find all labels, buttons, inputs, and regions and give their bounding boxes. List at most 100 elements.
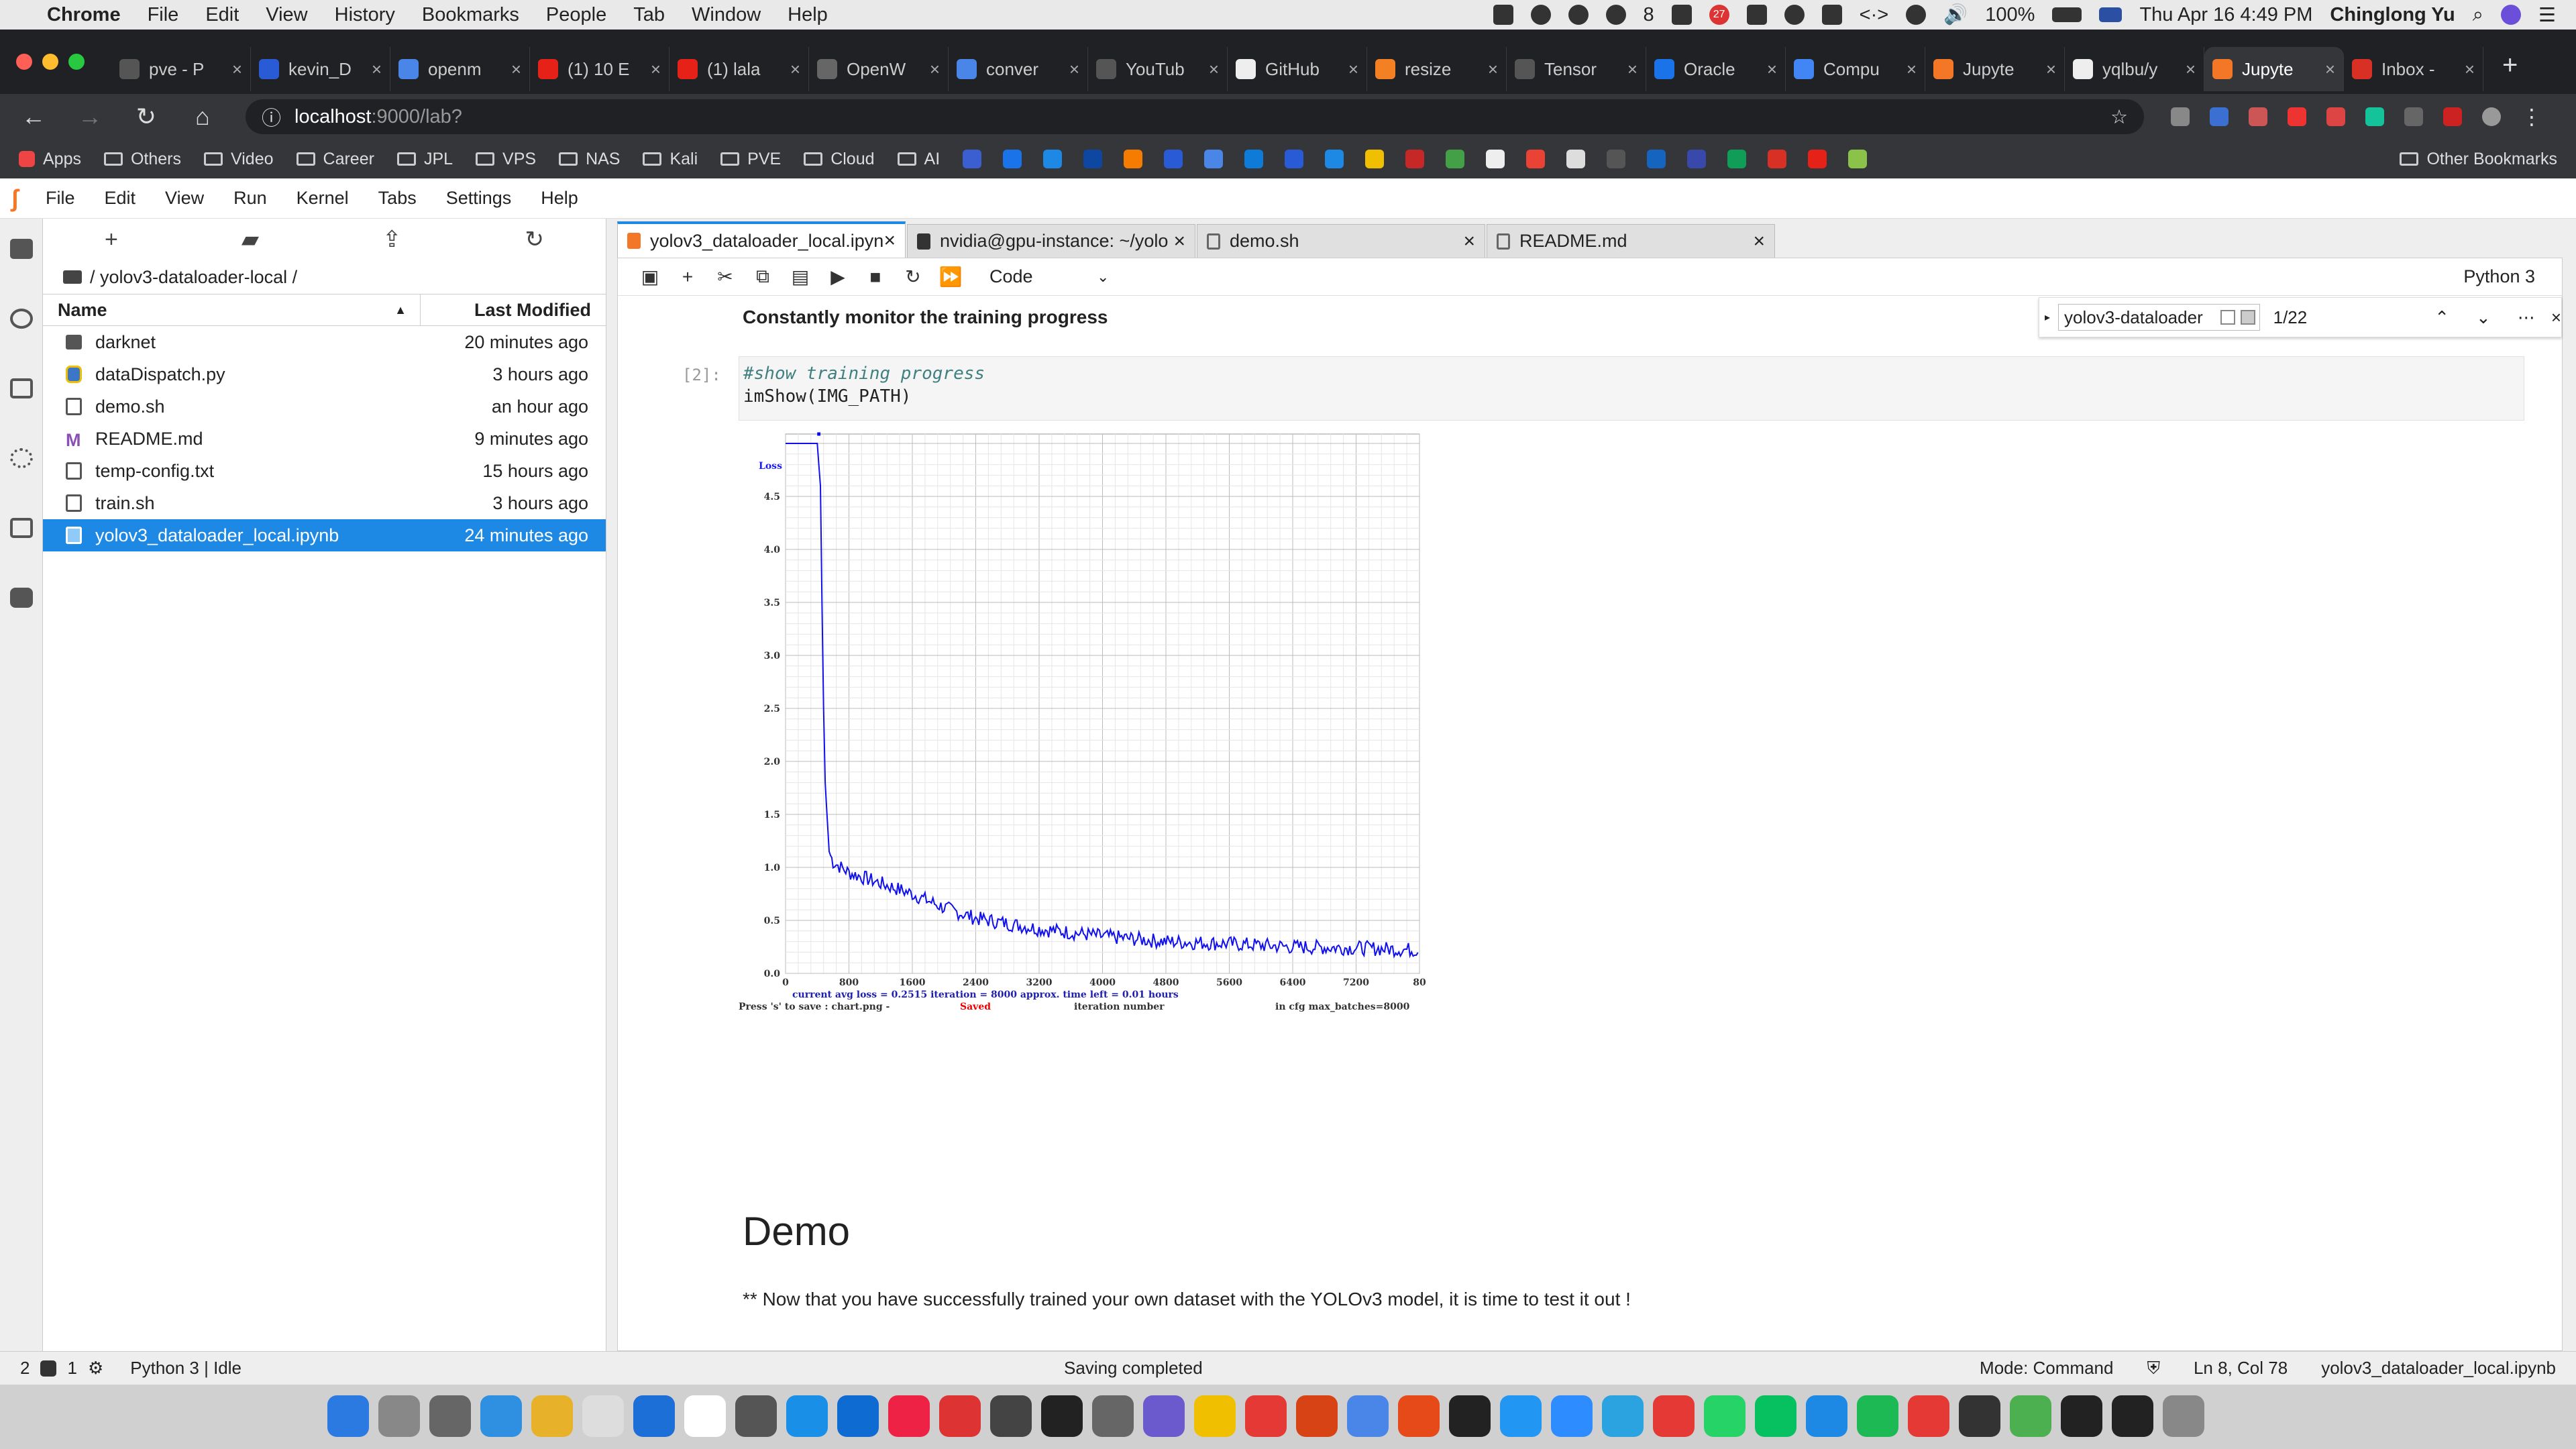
dock-app-icon[interactable]: [888, 1395, 930, 1437]
grammarly-icon[interactable]: [2365, 107, 2384, 126]
jl-menu-edit[interactable]: Edit: [105, 188, 136, 209]
bookmark-favicon-icon[interactable]: [1486, 150, 1505, 168]
dock-app-icon[interactable]: [2061, 1395, 2102, 1437]
jl-menu-kernel[interactable]: Kernel: [297, 188, 349, 209]
close-icon[interactable]: ×: [1173, 230, 1185, 253]
browser-tab[interactable]: YouTub ×: [1088, 47, 1228, 91]
dock-app-icon[interactable]: [531, 1395, 573, 1437]
bookmark-favicon-icon[interactable]: [1405, 150, 1425, 168]
dock-app-icon[interactable]: [1143, 1395, 1185, 1437]
bookmark-star-icon[interactable]: ☆: [2110, 105, 2128, 129]
bookmark-favicon-icon[interactable]: [1607, 150, 1626, 168]
cell-type-select[interactable]: Code: [989, 266, 1097, 287]
url-input[interactable]: ⓘ localhost:9000/lab? ☆: [246, 99, 2144, 134]
menu-history[interactable]: History: [335, 4, 395, 26]
bookmark-favicon-icon[interactable]: [1526, 150, 1546, 168]
extension-puzzle-icon[interactable]: [10, 588, 33, 608]
dock-app-icon[interactable]: [1857, 1395, 1898, 1437]
screen-icon[interactable]: [1493, 5, 1513, 25]
bookmark-folder-cloud[interactable]: Cloud: [804, 150, 875, 169]
grid-icon[interactable]: [1671, 5, 1692, 25]
dock-app-icon[interactable]: [1602, 1395, 1644, 1437]
browser-tab[interactable]: Tensor ×: [1507, 47, 1646, 91]
name-column-header[interactable]: Name ▲: [43, 294, 421, 325]
bookmark-favicon-icon[interactable]: [1164, 150, 1183, 168]
bookmark-favicon-icon[interactable]: [1848, 150, 1868, 168]
dock-app-icon[interactable]: [1449, 1395, 1491, 1437]
bookmark-folder-kali[interactable]: Kali: [643, 150, 698, 169]
bookmark-folder-career[interactable]: Career: [296, 150, 374, 169]
doc-tab-notebook[interactable]: yolov3_dataloader_local.ipynb ×: [617, 221, 906, 258]
dock-app-icon[interactable]: [2010, 1395, 2051, 1437]
close-icon[interactable]: ×: [2046, 59, 2056, 80]
jl-menu-run[interactable]: Run: [233, 188, 267, 209]
close-icon[interactable]: ×: [883, 229, 896, 252]
run-icon[interactable]: ▶: [819, 266, 857, 288]
more-menu-icon[interactable]: ⋮: [2521, 104, 2542, 129]
stop-icon[interactable]: ■: [857, 266, 894, 288]
bookmark-favicon-icon[interactable]: [1083, 150, 1103, 168]
profile-avatar[interactable]: [2482, 107, 2501, 126]
settings-gear-icon[interactable]: [10, 448, 33, 468]
doc-tab-readme[interactable]: README.md ×: [1487, 224, 1775, 258]
bookmark-favicon-icon[interactable]: [1808, 150, 1827, 168]
forward-button[interactable]: →: [76, 103, 103, 131]
dock-app-icon[interactable]: [1653, 1395, 1695, 1437]
file-row[interactable]: M README.md 9 minutes ago: [43, 423, 606, 455]
browser-tab[interactable]: resize ×: [1367, 47, 1507, 91]
bookmark-favicon-icon[interactable]: [1003, 150, 1022, 168]
dock-app-icon[interactable]: [939, 1395, 981, 1437]
close-icon[interactable]: ×: [1753, 230, 1765, 253]
bookmark-folder-jpl[interactable]: JPL: [396, 150, 453, 169]
new-tab-button[interactable]: +: [2502, 50, 2518, 80]
jl-menu-view[interactable]: View: [165, 188, 204, 209]
restart-icon[interactable]: ↻: [894, 266, 932, 288]
dock-app-icon[interactable]: [480, 1395, 522, 1437]
close-icon[interactable]: ×: [1463, 230, 1475, 253]
expand-caret-icon[interactable]: ▸: [2045, 311, 2050, 324]
case-toggle-icon[interactable]: [2220, 310, 2235, 325]
extension-icon[interactable]: [2326, 107, 2345, 126]
file-row[interactable]: temp-config.txt 15 hours ago: [43, 455, 606, 487]
home-button[interactable]: ⌂: [189, 103, 216, 131]
dock-app-icon[interactable]: [1245, 1395, 1287, 1437]
dock-app-icon[interactable]: [582, 1395, 624, 1437]
close-icon[interactable]: ×: [2551, 307, 2561, 328]
extension-icon[interactable]: [2249, 107, 2267, 126]
cloud-status-icon[interactable]: [1530, 5, 1551, 25]
close-icon[interactable]: ×: [1488, 59, 1498, 80]
badge-icon[interactable]: 27: [1709, 5, 1729, 25]
bookmark-folder-other-bookmarks[interactable]: Other Bookmarks: [2400, 150, 2557, 169]
folder-icon[interactable]: [10, 239, 33, 259]
dock-app-icon[interactable]: [1194, 1395, 1236, 1437]
reload-button[interactable]: ↻: [133, 103, 160, 131]
bookmark-favicon-icon[interactable]: [1566, 150, 1586, 168]
bookmark-apps[interactable]: Apps: [19, 150, 81, 169]
more-icon[interactable]: ⋯: [2518, 307, 2535, 328]
menu-edit[interactable]: Edit: [205, 4, 239, 26]
datetime[interactable]: Thu Apr 16 4:49 PM: [2139, 4, 2312, 26]
browser-tab[interactable]: Compu ×: [1786, 47, 1925, 91]
bluetooth-icon[interactable]: [1784, 5, 1805, 25]
jl-menu-tabs[interactable]: Tabs: [378, 188, 417, 209]
close-icon[interactable]: ×: [372, 59, 382, 80]
dock-app-icon[interactable]: [990, 1395, 1032, 1437]
a-icon[interactable]: [1746, 5, 1767, 25]
dock-app-icon[interactable]: [1041, 1395, 1083, 1437]
close-icon[interactable]: ×: [1767, 59, 1777, 80]
browser-tab[interactable]: openm ×: [390, 47, 530, 91]
close-icon[interactable]: ×: [2186, 59, 2196, 80]
paste-icon[interactable]: ▤: [782, 266, 819, 288]
dock-app-icon[interactable]: [1347, 1395, 1389, 1437]
siri-icon[interactable]: [2501, 5, 2521, 25]
browser-tab[interactable]: pve - P ×: [111, 47, 251, 91]
dock-app-icon[interactable]: [1500, 1395, 1542, 1437]
jl-menu-file[interactable]: File: [46, 188, 75, 209]
close-window-button[interactable]: [16, 54, 32, 70]
dock-app-icon[interactable]: [378, 1395, 420, 1437]
close-icon[interactable]: ×: [930, 59, 940, 80]
jl-menu-settings[interactable]: Settings: [446, 188, 512, 209]
close-icon[interactable]: ×: [1348, 59, 1358, 80]
app-name-menu[interactable]: Chrome: [47, 4, 121, 26]
new-launcher-button[interactable]: +: [105, 227, 118, 253]
